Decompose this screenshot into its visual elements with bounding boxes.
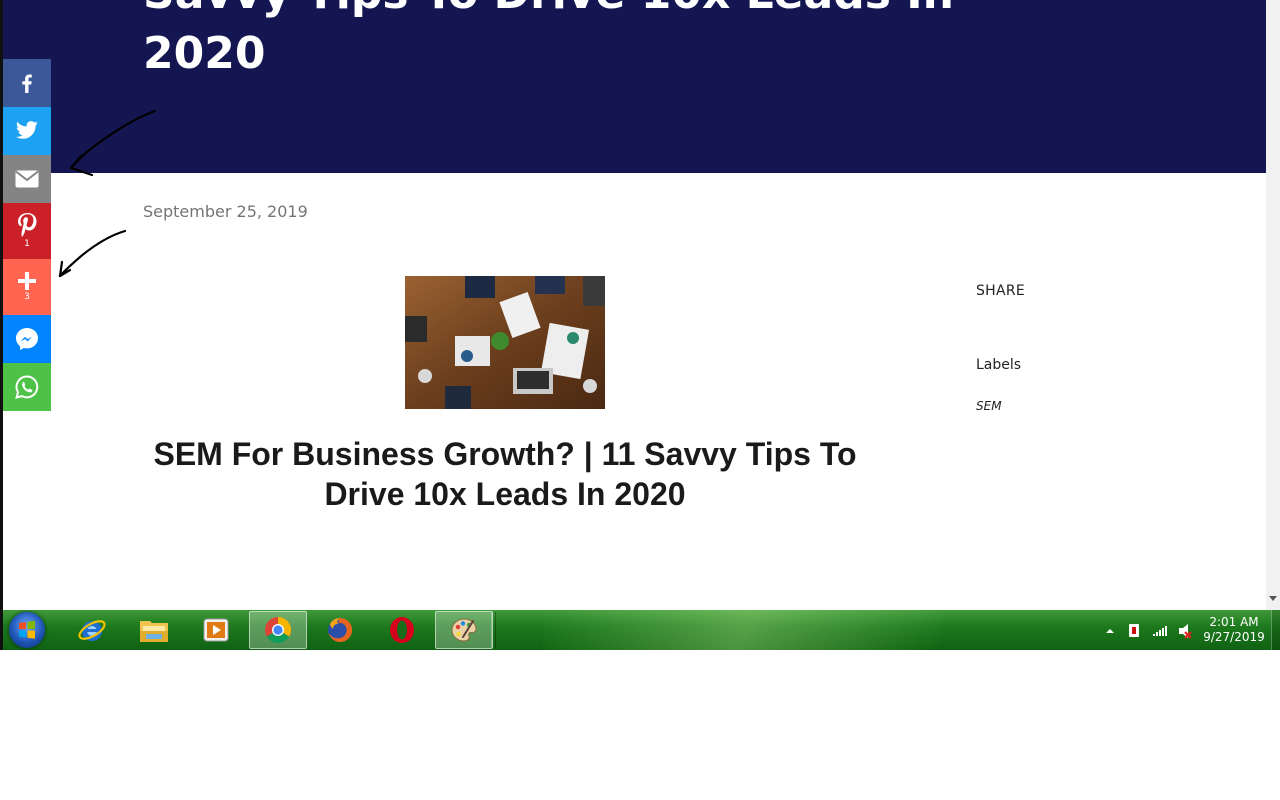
show-hidden-icons-icon[interactable] bbox=[1106, 629, 1114, 633]
post-header-title: Savvy Tips To Drive 10x Leads In2020 bbox=[143, 0, 954, 79]
taskbar-opera[interactable] bbox=[373, 611, 431, 649]
scroll-down-arrow-icon[interactable] bbox=[1269, 596, 1277, 601]
clock-time: 2:01 AM bbox=[1209, 615, 1259, 629]
taskbar-chrome[interactable] bbox=[249, 611, 307, 649]
taskbar-paint[interactable] bbox=[435, 611, 493, 649]
start-button[interactable] bbox=[9, 612, 45, 648]
pinterest-icon bbox=[18, 213, 37, 237]
taskbar-file-explorer[interactable] bbox=[125, 611, 183, 649]
taskbar-separator bbox=[491, 612, 496, 648]
meeting-photo bbox=[405, 276, 605, 409]
post-date: September 25, 2019 bbox=[143, 202, 308, 221]
file-explorer-icon bbox=[140, 621, 168, 642]
facebook-share-button[interactable] bbox=[3, 59, 51, 107]
windows-taskbar: 2:01 AM 9/27/2019 bbox=[3, 610, 1280, 650]
social-share-bar: 1 3 bbox=[3, 59, 51, 411]
opera-icon bbox=[390, 617, 414, 643]
taskbar-internet-explorer[interactable] bbox=[63, 611, 121, 649]
show-desktop-button[interactable] bbox=[1271, 610, 1280, 650]
twitter-share-button[interactable] bbox=[3, 107, 51, 155]
share-button[interactable]: SHARE bbox=[976, 283, 1025, 299]
twitter-icon bbox=[15, 121, 38, 139]
screen: Savvy Tips To Drive 10x Leads In2020 Sep… bbox=[0, 0, 1280, 800]
email-icon bbox=[15, 170, 39, 188]
chrome-icon bbox=[265, 616, 292, 644]
taskbar-media-player[interactable] bbox=[187, 611, 245, 649]
clock-date: 9/27/2019 bbox=[1203, 630, 1265, 644]
page-scrollbar[interactable] bbox=[1266, 0, 1280, 610]
messenger-share-button[interactable] bbox=[3, 315, 51, 363]
windows-logo-icon bbox=[19, 620, 35, 639]
email-share-button[interactable] bbox=[3, 155, 51, 203]
taskbar-firefox[interactable] bbox=[311, 611, 369, 649]
pinterest-share-button[interactable]: 1 bbox=[3, 203, 51, 259]
post-header: Savvy Tips To Drive 10x Leads In2020 bbox=[3, 0, 1266, 173]
messenger-icon bbox=[16, 328, 38, 350]
whatsapp-share-button[interactable] bbox=[3, 363, 51, 411]
browser-page: Savvy Tips To Drive 10x Leads In2020 Sep… bbox=[3, 0, 1266, 610]
label-link-sem[interactable]: SEM bbox=[976, 399, 1002, 413]
paint-icon bbox=[451, 618, 477, 642]
taskbar-shine bbox=[543, 610, 943, 650]
firefox-icon bbox=[328, 617, 353, 642]
facebook-icon bbox=[22, 74, 32, 93]
post-title: SEM For Business Growth? | 11 Savvy Tips… bbox=[153, 436, 857, 512]
network-signal-icon[interactable] bbox=[1153, 626, 1167, 636]
media-player-icon bbox=[203, 618, 229, 642]
post-image[interactable] bbox=[405, 276, 605, 409]
whatsapp-icon bbox=[15, 375, 39, 399]
internet-explorer-icon bbox=[78, 620, 106, 641]
pinterest-share-count: 1 bbox=[24, 239, 30, 249]
more-share-count: 3 bbox=[24, 292, 30, 302]
labels-heading: Labels bbox=[976, 357, 1022, 373]
more-share-button[interactable]: 3 bbox=[3, 259, 51, 315]
plus-icon bbox=[18, 272, 36, 290]
taskbar-clock[interactable]: 2:01 AM 9/27/2019 bbox=[1199, 615, 1269, 645]
system-tray bbox=[1106, 624, 1192, 639]
